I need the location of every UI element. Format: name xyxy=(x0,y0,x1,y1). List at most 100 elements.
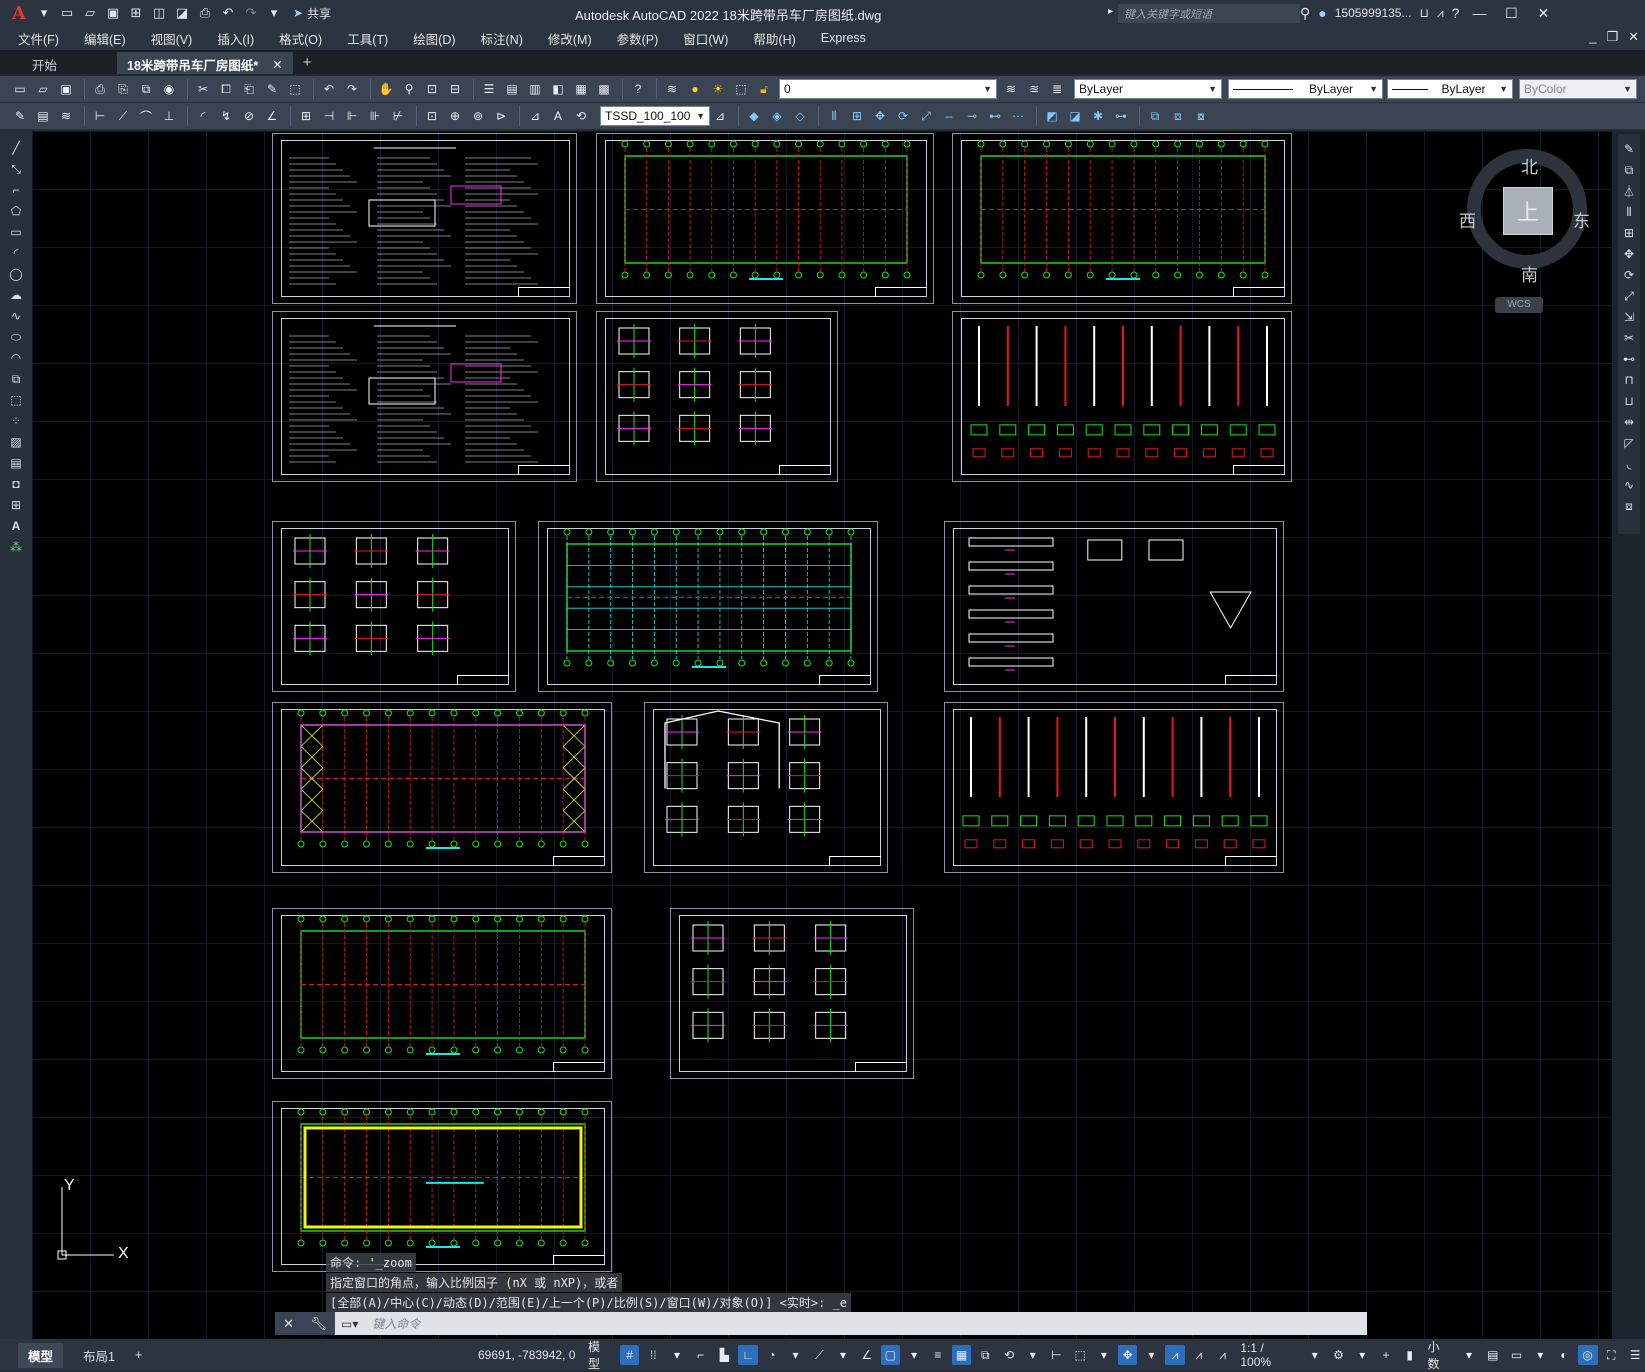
layer-previous-icon[interactable]: ≊ xyxy=(1024,79,1044,99)
revision-cloud-icon[interactable]: ☁ xyxy=(7,286,25,304)
arc-length-icon[interactable]: ⌒ xyxy=(136,106,156,126)
object-snap-tracking-icon[interactable]: ∠ xyxy=(857,1345,877,1365)
undo-icon[interactable]: ↶ xyxy=(218,3,238,23)
layer-state-icon[interactable]: ≣ xyxy=(1047,79,1067,99)
inspection-icon[interactable]: ⊚ xyxy=(468,106,488,126)
units-value[interactable]: 小数 xyxy=(1424,1338,1456,1372)
layer-properties-icon[interactable]: ≋ xyxy=(662,79,682,99)
auto-scale-icon[interactable]: ⩘ xyxy=(1189,1345,1209,1365)
open-icon[interactable]: ▱ xyxy=(80,3,100,23)
spline-icon[interactable]: ∿ xyxy=(7,307,25,325)
text-front-icon[interactable]: ⧈ xyxy=(1168,106,1188,126)
chevron-down-icon[interactable]: ▾ xyxy=(667,1345,687,1365)
pan-icon[interactable]: ✋ xyxy=(376,79,396,99)
saveas-icon[interactable]: ⊞ xyxy=(126,3,146,23)
drawing-sheet[interactable] xyxy=(272,133,577,304)
block-editor-icon[interactable]: ⬚ xyxy=(285,79,305,99)
array-icon[interactable]: ⊞ xyxy=(1620,224,1638,242)
gizmo-icon[interactable]: ✥ xyxy=(1117,1345,1138,1365)
rectangle-icon[interactable]: ▭ xyxy=(7,223,25,241)
trim-icon[interactable]: ✂ xyxy=(1620,329,1638,347)
tab-model[interactable]: 模型 xyxy=(18,1342,64,1368)
doc-minimize-icon[interactable]: _ xyxy=(1589,29,1596,45)
copy-object-icon[interactable]: ◈ xyxy=(767,106,787,126)
workspace-gear-icon[interactable]: ⚙ xyxy=(1329,1345,1349,1365)
insert-block-icon[interactable]: ⧉ xyxy=(7,370,25,388)
trim-icon[interactable]: ⊸ xyxy=(962,106,982,126)
maximize-button[interactable]: ☐ xyxy=(1499,5,1523,22)
dimension-update-icon[interactable]: ⟲ xyxy=(571,106,591,126)
isometric-icon[interactable]: ⟋ xyxy=(809,1345,829,1365)
drawing-sheet[interactable] xyxy=(538,521,878,692)
diameter-dimension-icon[interactable]: ⊘ xyxy=(239,106,259,126)
hardware-acceleration-icon[interactable]: ◎ xyxy=(1577,1345,1598,1365)
explode-icon[interactable]: ⧈ xyxy=(1620,497,1638,515)
table-icon[interactable]: ⊞ xyxy=(7,496,25,514)
cursor-coordinates[interactable]: 69691, -783942, 0 xyxy=(478,1348,575,1362)
snap-icon[interactable]: ⁞⁞ xyxy=(643,1345,663,1365)
stretch-icon[interactable]: ⇔ xyxy=(939,106,959,126)
menu-view[interactable]: 视图(V) xyxy=(151,29,193,48)
angular-dimension-icon[interactable]: ∠ xyxy=(262,106,282,126)
drawing-sheet[interactable] xyxy=(596,311,838,482)
add-layout-button[interactable]: + xyxy=(125,1345,152,1365)
menu-express[interactable]: Express xyxy=(821,31,866,45)
isolate-objects-icon[interactable]: ◐ xyxy=(1554,1345,1574,1365)
app-logo[interactable]: A xyxy=(8,2,30,24)
markup-icon[interactable]: ▦ xyxy=(571,79,591,99)
model-space-toggle[interactable]: 模型 xyxy=(584,1338,616,1372)
object-snap-icon[interactable]: ▢ xyxy=(880,1345,901,1365)
mirror-icon[interactable]: ⏃ xyxy=(1620,182,1638,200)
dynamic-input-icon[interactable]: ▙ xyxy=(715,1345,735,1365)
baseline-dimension-icon[interactable]: ⊣ xyxy=(319,106,339,126)
layer-on-icon[interactable]: ● xyxy=(685,79,705,99)
workspace-icon[interactable]: ✎ xyxy=(10,106,30,126)
close-icon[interactable]: ✕ xyxy=(283,1316,294,1332)
chevron-down-icon[interactable]: ▾ xyxy=(1023,1345,1043,1365)
ellipse-icon[interactable]: ⬭ xyxy=(7,328,25,346)
copy-icon[interactable]: ⧉ xyxy=(1620,161,1638,179)
join-icon[interactable]: ⊶ xyxy=(1111,106,1131,126)
drawing-sheet[interactable] xyxy=(272,1101,612,1272)
customize-wrench-icon[interactable]: 🔧︎ xyxy=(310,1316,327,1332)
dimension-break-icon[interactable]: ⊬ xyxy=(388,106,408,126)
quick-properties-icon[interactable]: ▤ xyxy=(1483,1345,1503,1365)
fillet-icon[interactable]: ◪ xyxy=(1065,106,1085,126)
plot-icon[interactable]: ⎙ xyxy=(195,3,215,23)
tool-palettes-icon[interactable]: ▥ xyxy=(525,79,545,99)
circle-icon[interactable]: ◯ xyxy=(7,265,25,283)
polygon-icon[interactable]: ⬠ xyxy=(7,202,25,220)
viewcube-south[interactable]: 南 xyxy=(1521,261,1538,286)
chamfer-icon[interactable]: ◸ xyxy=(1620,434,1638,452)
join-icon[interactable]: ⇹ xyxy=(1620,413,1638,431)
construction-line-icon[interactable]: ⤡ xyxy=(7,160,25,178)
move-icon[interactable]: ✥ xyxy=(1620,245,1638,263)
rotate-icon[interactable]: ⟳ xyxy=(1620,266,1638,284)
drawing-sheet[interactable] xyxy=(644,702,888,873)
chevron-down-icon[interactable]: ▾ xyxy=(1459,1345,1479,1365)
search-expand-icon[interactable]: ▸ xyxy=(1108,6,1113,17)
cart-icon[interactable]: ⊔ xyxy=(1419,6,1428,20)
drawing-sheet[interactable] xyxy=(272,311,577,482)
drawing-sheet[interactable] xyxy=(272,702,612,873)
zoom-previous-icon[interactable]: ⊟ xyxy=(445,79,465,99)
rotate-icon[interactable]: ⟳ xyxy=(893,106,913,126)
scale-icon[interactable]: ⤢ xyxy=(916,106,936,126)
arc-icon[interactable]: ◜ xyxy=(7,244,25,262)
undo-icon[interactable]: ↶ xyxy=(319,79,339,99)
customize-dropdown-icon[interactable]: ▾ xyxy=(264,3,284,23)
multiline-text-icon[interactable]: A xyxy=(7,517,25,535)
3d-print-icon[interactable]: ◉ xyxy=(159,79,179,99)
drawing-sheet[interactable] xyxy=(944,521,1284,692)
units-icon[interactable]: ▮ xyxy=(1400,1345,1420,1365)
chevron-down-icon[interactable]: ▾ xyxy=(904,1345,924,1365)
hatch-icon[interactable]: ▨ xyxy=(7,433,25,451)
cut-icon[interactable]: ✂ xyxy=(193,79,213,99)
jogged-dimension-icon[interactable]: ↯ xyxy=(216,106,236,126)
properties-icon[interactable]: ☰ xyxy=(479,79,499,99)
dimension-edit-icon[interactable]: ⊿ xyxy=(525,106,545,126)
blend-icon[interactable]: ∿ xyxy=(1620,476,1638,494)
menu-format[interactable]: 格式(O) xyxy=(279,29,322,48)
explode-icon[interactable]: ✱ xyxy=(1088,106,1108,126)
chevron-down-icon[interactable]: ▾ xyxy=(833,1345,853,1365)
